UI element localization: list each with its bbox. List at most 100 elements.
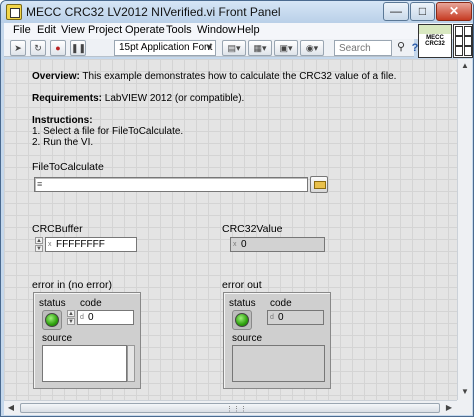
status-label: status	[39, 298, 66, 309]
run-arrow-icon: ➤	[14, 43, 22, 53]
minimize-button[interactable]: —	[383, 2, 409, 21]
instruction-step-2: 2. Run the VI.	[32, 137, 94, 148]
scroll-left-icon[interactable]: ◀	[4, 401, 18, 415]
status-led[interactable]	[45, 313, 59, 327]
crc32-value-indicator: x 0	[230, 237, 325, 252]
code-increment[interactable]: ▲ ▼	[67, 310, 75, 325]
distribute-objects-button[interactable]: ▦▾	[248, 40, 272, 56]
menu-file[interactable]: File	[13, 24, 31, 36]
source-label: source	[232, 333, 263, 344]
error-in-code-value: 0	[88, 312, 94, 323]
crc-buffer-value: FFFFFFFF	[56, 239, 105, 250]
front-panel-canvas[interactable]: Overview: This example demonstrates how …	[4, 59, 457, 400]
run-continuously-button[interactable]: ↻	[30, 40, 46, 56]
crc-buffer-control[interactable]: x FFFFFFFF	[45, 237, 137, 252]
maximize-button[interactable]: □	[410, 2, 435, 21]
decrement-arrow-icon[interactable]: ▼	[67, 318, 75, 325]
crc-buffer-label: CRCBuffer	[32, 223, 83, 235]
connector-terminal[interactable]	[464, 36, 472, 46]
grip-icon: ⋮⋮⋮	[226, 406, 247, 413]
source-scrollbar[interactable]	[127, 345, 135, 382]
resize-icon: ▣▾	[279, 43, 293, 53]
run-continuously-icon: ↻	[34, 43, 42, 53]
search-input[interactable]	[334, 40, 392, 56]
window-title: MECC CRC32 LV2012 NIVerified.vi Front Pa…	[26, 5, 281, 19]
abort-icon: ●	[55, 43, 61, 53]
maximize-icon: □	[418, 4, 427, 18]
error-out-label: error out	[222, 279, 262, 291]
error-out-code-indicator: d 0	[267, 310, 324, 325]
radix-indicator: d	[80, 314, 84, 321]
file-to-calculate-path-control[interactable]: ≡	[34, 177, 308, 192]
toolbar: ➤ ↻ ● ❚❚ 15pt Application Font ▼ ▤▾ ▦▾ ▣…	[4, 39, 418, 57]
vi-icon-banner	[419, 25, 451, 34]
close-button[interactable]: ✕	[436, 2, 472, 21]
horizontal-scroll-thumb[interactable]: ⋮⋮⋮	[20, 403, 440, 413]
font-selector-label: 15pt Application Font	[119, 42, 213, 53]
menu-window[interactable]: Window	[197, 24, 236, 36]
error-in-label: error in (no error)	[32, 279, 112, 291]
increment-arrow-icon[interactable]: ▲	[35, 237, 43, 244]
overview-text: Overview: This example demonstrates how …	[32, 71, 397, 82]
file-to-calculate-label: FileToCalculate	[32, 161, 104, 173]
vi-icon-label: MECC CRC32	[425, 35, 445, 47]
error-in-source-control[interactable]	[42, 345, 127, 382]
menu-tools[interactable]: Tools	[166, 24, 192, 36]
vi-icon[interactable]: MECC CRC32	[418, 24, 452, 58]
crc32-value-label: CRC32Value	[222, 223, 283, 235]
font-selector[interactable]: 15pt Application Font ▼	[114, 40, 216, 56]
menu-project[interactable]: Project	[88, 24, 122, 36]
instructions-heading: Instructions:	[32, 115, 93, 126]
scrollbar-corner	[457, 400, 472, 415]
error-out-source-indicator	[232, 345, 325, 382]
scroll-right-icon[interactable]: ▶	[442, 401, 456, 415]
menu-bar: File Edit View Project Operate Tools Win…	[4, 23, 472, 39]
source-label: source	[42, 333, 73, 344]
code-label: code	[80, 298, 102, 309]
connector-terminal[interactable]	[464, 26, 472, 36]
vertical-scrollbar[interactable]: ▲ ▼	[457, 59, 472, 400]
resize-objects-button[interactable]: ▣▾	[274, 40, 298, 56]
status-led	[235, 313, 249, 327]
connector-terminal[interactable]	[455, 36, 463, 46]
labview-front-panel-window: MECC CRC32 LV2012 NIVerified.vi Front Pa…	[0, 0, 474, 417]
align-icon: ▤▾	[227, 43, 241, 53]
chevron-down-icon: ▼	[205, 43, 213, 52]
requirements-text: Requirements: LabVIEW 2012 (or compatibl…	[32, 93, 245, 104]
run-button[interactable]: ➤	[10, 40, 26, 56]
radix-indicator: d	[270, 314, 274, 321]
decrement-arrow-icon[interactable]: ▼	[35, 245, 43, 252]
abort-button[interactable]: ●	[50, 40, 66, 56]
code-label: code	[270, 298, 292, 309]
radix-indicator: x	[233, 241, 237, 248]
instruction-step-1: 1. Select a file for FileToCalculate.	[32, 126, 184, 137]
path-icon: ≡	[37, 179, 43, 189]
browse-button[interactable]	[310, 176, 328, 193]
error-in-code-control[interactable]: d 0	[77, 310, 134, 325]
connector-pane[interactable]	[453, 24, 473, 58]
title-bar: MECC CRC32 LV2012 NIVerified.vi Front Pa…	[1, 1, 473, 23]
horizontal-scrollbar[interactable]: ◀ ⋮⋮⋮ ▶	[4, 400, 457, 415]
scroll-up-icon[interactable]: ▲	[458, 59, 472, 73]
labview-vi-icon	[6, 4, 22, 20]
folder-icon	[314, 181, 326, 189]
connector-terminal[interactable]	[455, 46, 463, 56]
connector-terminal[interactable]	[464, 46, 472, 56]
align-objects-button[interactable]: ▤▾	[222, 40, 246, 56]
crc-buffer-increment[interactable]: ▲ ▼	[35, 237, 43, 252]
reorder-button[interactable]: ◉▾	[300, 40, 324, 56]
increment-arrow-icon[interactable]: ▲	[67, 310, 75, 317]
scroll-down-icon[interactable]: ▼	[458, 385, 472, 399]
search-icon[interactable]: ⚲	[394, 41, 408, 55]
menu-view[interactable]: View	[61, 24, 85, 36]
pause-button[interactable]: ❚❚	[70, 40, 86, 56]
menu-help[interactable]: Help	[237, 24, 260, 36]
connector-terminal[interactable]	[455, 26, 463, 36]
radix-indicator: x	[48, 241, 52, 248]
crc32-value: 0	[241, 239, 247, 250]
menu-operate[interactable]: Operate	[125, 24, 165, 36]
reorder-icon: ◉▾	[305, 43, 319, 53]
error-out-cluster: status code d 0 source	[223, 292, 331, 389]
menu-edit[interactable]: Edit	[37, 24, 56, 36]
distribute-icon: ▦▾	[253, 43, 267, 53]
